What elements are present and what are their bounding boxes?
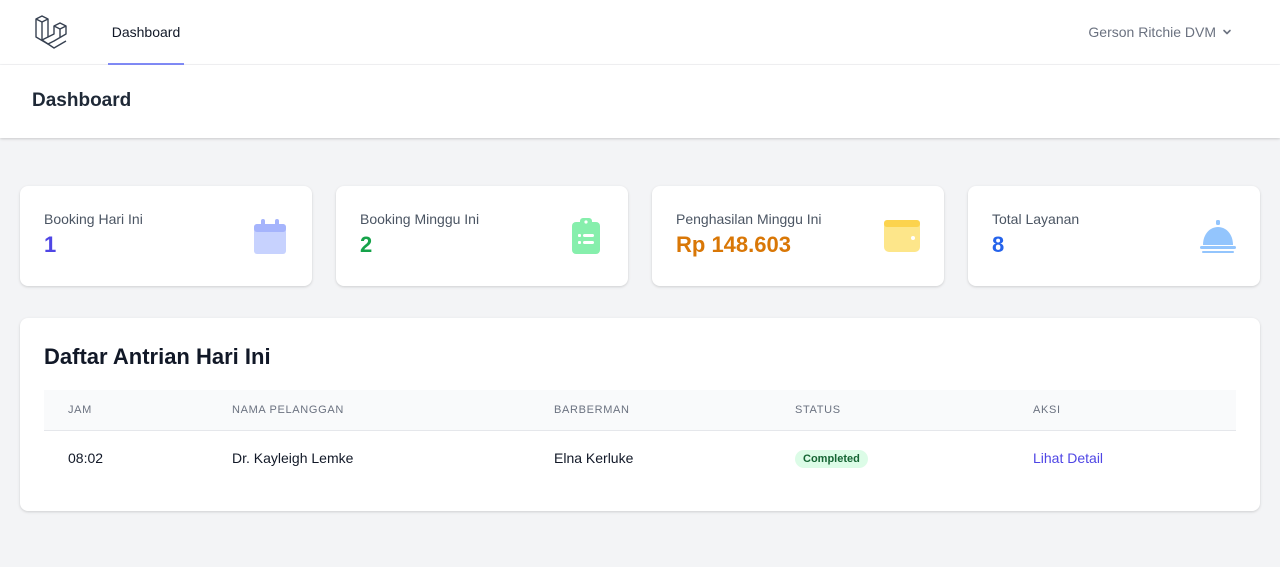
stat-label: Penghasilan Minggu Ini — [676, 211, 822, 227]
stat-card-booking-today: Booking Hari Ini 1 — [20, 186, 312, 286]
top-navbar: Dashboard Gerson Ritchie DVM — [0, 0, 1280, 65]
clipboard-list-icon — [572, 218, 600, 254]
queue-card: Daftar Antrian Hari Ini JAM NAMA PELANGG… — [20, 318, 1260, 511]
stat-label: Booking Hari Ini — [44, 211, 143, 227]
table-row: 08:02 Dr. Kayleigh Lemke Elna Kerluke Co… — [44, 430, 1236, 486]
view-detail-link[interactable]: Lihat Detail — [1033, 450, 1103, 466]
stat-value: 1 — [44, 232, 57, 257]
column-header-action: AKSI — [1033, 403, 1061, 416]
stat-value: 2 — [360, 232, 373, 257]
stat-card-income-week: Penghasilan Minggu Ini Rp 148.603 — [652, 186, 944, 286]
stat-card-booking-week: Booking Minggu Ini 2 — [336, 186, 628, 286]
stat-value: 8 — [992, 232, 1005, 257]
chevron-down-icon — [1223, 29, 1231, 35]
stat-label: Booking Minggu Ini — [360, 211, 480, 227]
table-header-row: JAM NAMA PELANGGAN BARBERMAN STATUS AKSI — [44, 390, 1236, 430]
page-title: Dashboard — [32, 90, 132, 111]
column-header-status: STATUS — [795, 403, 841, 416]
stat-value: Rp 148.603 — [676, 232, 791, 257]
laravel-logo-icon[interactable] — [34, 15, 68, 49]
user-menu-dropdown[interactable]: Gerson Ritchie DVM — [1088, 0, 1232, 64]
queue-title: Daftar Antrian Hari Ini — [44, 344, 271, 369]
status-badge: Completed — [795, 449, 868, 468]
column-header-barber: BARBERMAN — [554, 403, 630, 416]
cell-status: Completed — [771, 430, 1009, 486]
column-header-time: JAM — [68, 403, 92, 416]
user-name: Gerson Ritchie DVM — [1088, 24, 1216, 40]
stat-card-total-services: Total Layanan 8 — [968, 186, 1260, 286]
service-bell-icon — [1200, 220, 1236, 253]
calendar-icon — [254, 219, 286, 254]
page-header: Dashboard — [0, 65, 1280, 138]
cell-barber: Elna Kerluke — [554, 450, 634, 467]
wallet-icon — [884, 220, 920, 252]
column-header-customer: NAMA PELANGGAN — [232, 403, 344, 416]
queue-table: JAM NAMA PELANGGAN BARBERMAN STATUS AKSI… — [44, 390, 1236, 486]
nav-link-dashboard[interactable]: Dashboard — [108, 0, 184, 65]
cell-time: 08:02 — [68, 450, 104, 467]
stat-label: Total Layanan — [992, 211, 1080, 227]
cell-customer: Dr. Kayleigh Lemke — [232, 450, 354, 467]
cell-action: Lihat Detail — [1009, 430, 1236, 486]
